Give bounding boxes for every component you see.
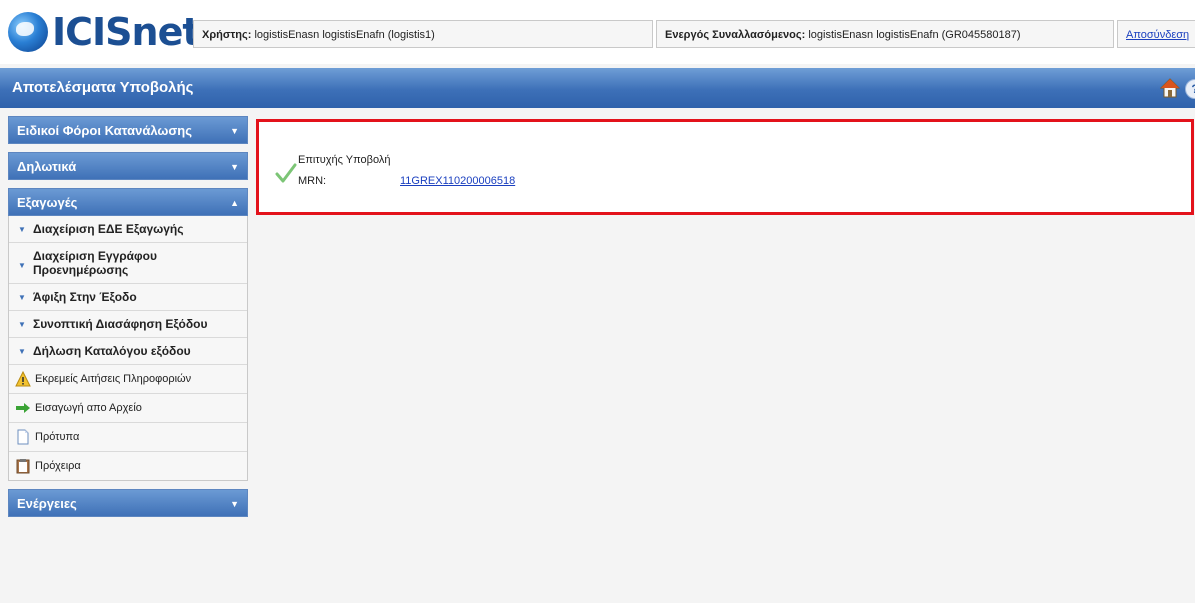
- top-bar: ICISnet Χρήστης: logistisEnasn logistisE…: [0, 0, 1195, 64]
- page-title-bar: Αποτελέσματα Υποβολής ?: [0, 68, 1195, 108]
- sidebar: Ειδικοί Φόροι Κατανάλωσης ▼ Δηλωτικά ▼ Ε…: [8, 116, 248, 525]
- chevron-down-icon: ▼: [230, 499, 239, 509]
- chevron-down-icon: ▼: [230, 162, 239, 172]
- sidebar-item-label: Εισαγωγή απο Αρχείο: [35, 402, 142, 414]
- home-icon[interactable]: [1160, 78, 1180, 98]
- submission-result-panel: Επιτυχής Υποβολή MRN: 11GREX110200006518: [256, 119, 1194, 215]
- submission-status: Επιτυχής Υποβολή: [298, 154, 391, 166]
- sidebar-item-label: Δήλωση Καταλόγου εξόδου: [33, 344, 191, 358]
- sidebar-item-label: Πρότυπα: [35, 431, 80, 443]
- exports-submenu: ▼ Διαχείριση ΕΔΕ Εξαγωγής ▼ Διαχείριση Ε…: [8, 216, 248, 481]
- user-info-box: Χρήστης: logistisEnasn logistisEnafn (lo…: [193, 20, 653, 48]
- bullet-triangle-icon: ▼: [18, 261, 26, 270]
- sidebar-item-label: Άφιξη Στην Έξοδο: [33, 290, 137, 304]
- sidebar-item-pending-requests[interactable]: Εκρεμείς Αιτήσεις Πληροφοριών: [9, 365, 247, 394]
- sidebar-item-import-from-file[interactable]: Εισαγωγή απο Αρχείο: [9, 394, 247, 423]
- menu-exports[interactable]: Εξαγωγές ▲: [8, 188, 248, 216]
- sidebar-item-exit-list-declaration[interactable]: ▼ Δήλωση Καταλόγου εξόδου: [9, 338, 247, 365]
- sidebar-item-label: Συνοπτική Διασάφηση Εξόδου: [33, 317, 208, 331]
- menu-manifests-label: Δηλωτικά: [17, 159, 77, 174]
- menu-excise-duties[interactable]: Ειδικοί Φόροι Κατανάλωσης ▼: [8, 116, 248, 144]
- icisnet-logo: ICISnet: [8, 8, 201, 60]
- bullet-triangle-icon: ▼: [18, 293, 26, 302]
- globe-icon: [8, 12, 48, 52]
- sidebar-item-label: Διαχείριση ΕΔΕ Εξαγωγής: [33, 222, 184, 236]
- sidebar-item-drafts[interactable]: Πρόχειρα: [9, 452, 247, 480]
- menu-actions[interactable]: Ενέργειες ▼: [8, 489, 248, 517]
- sidebar-item-exit-summary-declaration[interactable]: ▼ Συνοπτική Διασάφηση Εξόδου: [9, 311, 247, 338]
- chevron-up-icon: ▲: [230, 198, 239, 208]
- active-trader-box: Ενεργός Συναλλασόμενος: logistisEnasn lo…: [656, 20, 1114, 48]
- sidebar-item-pre-notification[interactable]: ▼ Διαχείριση Εγγράφου Προενημέρωσης: [9, 243, 247, 284]
- mrn-link[interactable]: 11GREX110200006518: [400, 175, 515, 187]
- sidebar-item-label: Εκρεμείς Αιτήσεις Πληροφοριών: [35, 373, 192, 385]
- sidebar-item-export-declarations[interactable]: ▼ Διαχείριση ΕΔΕ Εξαγωγής: [9, 216, 247, 243]
- check-icon: [275, 163, 297, 183]
- bullet-triangle-icon: ▼: [18, 347, 26, 356]
- bullet-triangle-icon: ▼: [18, 320, 26, 329]
- logo-text: ICISnet: [52, 10, 201, 54]
- menu-excise-duties-label: Ειδικοί Φόροι Κατανάλωσης: [17, 123, 192, 138]
- active-trader-label: Ενεργός Συναλλασόμενος:: [665, 29, 806, 41]
- green-arrow-icon: [16, 403, 30, 413]
- user-label: Χρήστης:: [202, 29, 252, 41]
- bullet-triangle-icon: ▼: [18, 225, 26, 234]
- logout-link[interactable]: Αποσύνδεση: [1126, 29, 1189, 41]
- clipboard-icon: [16, 459, 30, 474]
- menu-manifests[interactable]: Δηλωτικά ▼: [8, 152, 248, 180]
- help-icon[interactable]: ?: [1185, 79, 1195, 99]
- sidebar-item-arrival-at-exit[interactable]: ▼ Άφιξη Στην Έξοδο: [9, 284, 247, 311]
- user-value: logistisEnasn logistisEnafn (logistis1): [254, 29, 435, 41]
- page-title: Αποτελέσματα Υποβολής: [12, 79, 194, 96]
- mrn-label: MRN:: [298, 175, 327, 187]
- sidebar-item-templates[interactable]: Πρότυπα: [9, 423, 247, 452]
- active-trader-value: logistisEnasn logistisEnafn (GR045580187…: [808, 29, 1021, 41]
- chevron-down-icon: ▼: [230, 126, 239, 136]
- warning-icon: [15, 371, 31, 387]
- sidebar-item-label: Διαχείριση Εγγράφου Προενημέρωσης: [33, 249, 157, 277]
- logout-box: Αποσύνδεση: [1117, 20, 1195, 48]
- menu-exports-label: Εξαγωγές: [17, 195, 78, 210]
- document-icon: [17, 429, 29, 445]
- sidebar-item-label: Πρόχειρα: [35, 460, 81, 472]
- menu-actions-label: Ενέργειες: [17, 496, 77, 511]
